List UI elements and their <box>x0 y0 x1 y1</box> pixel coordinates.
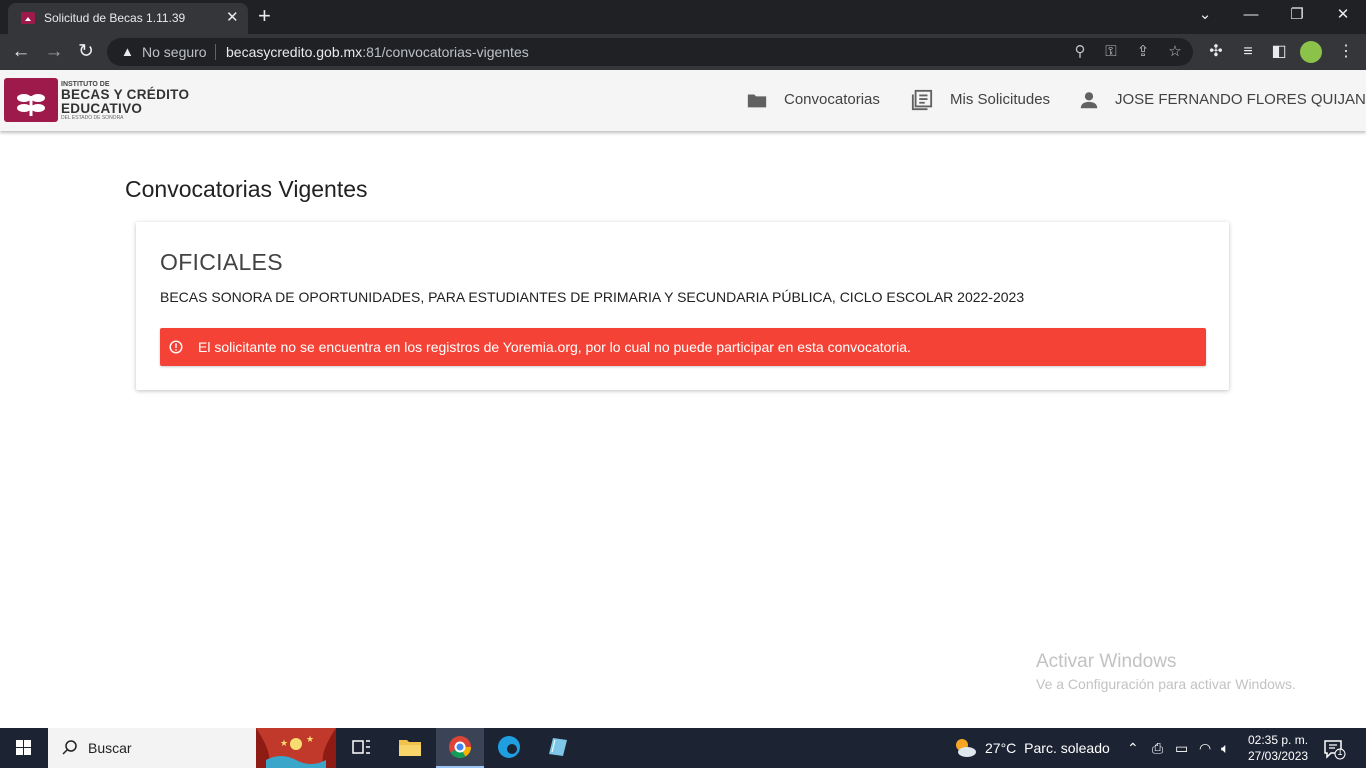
media-control-icon[interactable]: ≡ <box>1236 40 1260 64</box>
security-label[interactable]: No seguro <box>142 44 207 60</box>
key-icon[interactable]: ⚿ <box>1101 42 1121 62</box>
battery-icon[interactable]: ▭ <box>1175 738 1188 758</box>
reload-button[interactable]: ↻ <box>74 40 98 64</box>
omnibox-divider <box>215 44 216 60</box>
folder-icon <box>747 94 767 108</box>
more-menu-icon[interactable]: ⋮ <box>1334 40 1358 64</box>
search-icon <box>62 740 77 755</box>
side-panel-icon[interactable]: ◧ <box>1267 40 1291 64</box>
browser-tab-strip: Solicitud de Becas 1.11.39 ✕ + ⌄ — ❐ ✕ <box>0 0 1366 34</box>
browser-tab[interactable]: Solicitud de Becas 1.11.39 ✕ <box>8 3 248 34</box>
zoom-search-icon[interactable]: ⚲ <box>1070 42 1090 62</box>
show-hidden-icons-icon[interactable]: ⌃ <box>1127 738 1139 758</box>
chrome-taskbar-button[interactable] <box>436 728 484 768</box>
search-highlight-image[interactable]: ★ ★ <box>256 728 336 768</box>
clock-date: 27/03/2023 <box>1248 749 1309 763</box>
start-button[interactable] <box>0 728 48 768</box>
logo-line-2: BECAS Y CRÉDITO <box>61 87 190 102</box>
activation-watermark-title: Activar Windows <box>1036 651 1177 672</box>
convocatoria-card: OFICIALES BECAS SONORA DE OPORTUNIDADES,… <box>136 222 1229 390</box>
logo-line-3: EDUCATIVO <box>61 101 143 116</box>
file-explorer-button[interactable] <box>386 728 434 768</box>
site-favicon-icon <box>21 12 35 24</box>
activation-watermark-subtitle: Ve a Configuración para activar Windows. <box>1036 676 1296 692</box>
taskbar-search-box[interactable]: Buscar <box>48 728 256 768</box>
svg-text:★: ★ <box>280 738 288 748</box>
weather-temperature: 27°C <box>985 740 1017 756</box>
person-icon <box>1080 92 1098 109</box>
nav-mis-solicitudes[interactable]: Mis Solicitudes <box>911 89 1051 111</box>
weather-widget[interactable]: 27°C Parc. soleado <box>985 740 1110 756</box>
logo-plant-icon <box>8 82 54 118</box>
section-title: OFICIALES <box>160 249 283 275</box>
wifi-icon[interactable]: ◠ <box>1199 738 1211 758</box>
clock[interactable]: 02:35 p. m. 27/03/2023 <box>1248 732 1308 764</box>
url-text[interactable]: becasycredito.gob.mx:81/convocatorias-vi… <box>226 44 529 60</box>
share-icon[interactable]: ⇪ <box>1133 42 1153 62</box>
nav-convocatorias[interactable]: Convocatorias <box>746 90 880 110</box>
windows-logo-icon <box>16 740 31 755</box>
url-path: :81/convocatorias-vigentes <box>362 44 529 60</box>
notification-center-button[interactable]: 1 <box>1322 738 1346 760</box>
search-highlight-art-icon: ★ ★ <box>256 728 336 768</box>
task-view-button[interactable] <box>337 728 385 768</box>
tab-search-icon[interactable]: ⌄ <box>1190 6 1220 24</box>
tab-title: Solicitud de Becas 1.11.39 <box>44 11 186 25</box>
clock-time: 02:35 p. m. <box>1248 733 1309 747</box>
page-title: Convocatorias Vigentes <box>125 176 368 202</box>
warning-icon[interactable]: ▲ <box>121 44 134 59</box>
edge-taskbar-button[interactable] <box>485 728 533 768</box>
weather-condition: Parc. soleado <box>1024 740 1110 756</box>
alert-message: El solicitante no se encuentra en los re… <box>198 339 911 355</box>
folder-icon <box>399 740 421 756</box>
close-window-button[interactable]: ✕ <box>1328 6 1358 24</box>
notification-count: 1 <box>1337 747 1343 757</box>
new-tab-button[interactable]: + <box>258 4 271 28</box>
nav-user-name: JOSE FERNANDO FLORES QUIJANO <box>1115 91 1366 108</box>
convocatoria-description: BECAS SONORA DE OPORTUNIDADES, PARA ESTU… <box>160 289 1025 305</box>
bookmark-star-icon[interactable]: ☆ <box>1165 42 1185 62</box>
nav-convocatorias-label: Convocatorias <box>784 91 880 108</box>
minimize-button[interactable]: — <box>1236 6 1266 24</box>
nav-mis-solicitudes-label: Mis Solicitudes <box>950 91 1051 108</box>
restore-button[interactable]: ❐ <box>1282 6 1312 24</box>
url-host: becasycredito.gob.mx <box>226 44 363 60</box>
institution-logo[interactable]: INSTITUTO DE BECAS Y CRÉDITO EDUCATIVO D… <box>4 78 204 124</box>
extensions-icon[interactable]: ✣ <box>1204 40 1228 64</box>
profile-avatar[interactable] <box>1300 41 1322 63</box>
notepad-icon <box>549 738 567 756</box>
chrome-icon <box>449 736 471 758</box>
forward-button[interactable]: → <box>42 40 66 64</box>
task-view-icon <box>352 740 370 754</box>
info-circle-icon <box>169 340 183 354</box>
app-header: INSTITUTO DE BECAS Y CRÉDITO EDUCATIVO D… <box>0 70 1366 131</box>
weather-sun-cloud-icon[interactable] <box>952 736 978 760</box>
meet-now-icon[interactable]: ⎙ <box>1152 738 1163 758</box>
error-alert: El solicitante no se encuentra en los re… <box>160 328 1206 366</box>
logo-line-4: DEL ESTADO DE SONORA <box>61 115 124 121</box>
back-button[interactable]: ← <box>9 40 33 64</box>
taskbar: Buscar ★ ★ 27°C Parc. soleado ⌃ ⎙ ▭ ◠ 🔈︎… <box>0 728 1366 768</box>
volume-icon[interactable]: 🔈︎ <box>1221 738 1229 758</box>
address-bar[interactable]: ▲ No seguro becasycredito.gob.mx:81/conv… <box>107 38 1193 66</box>
edge-icon <box>498 736 520 758</box>
nav-user-profile[interactable]: JOSE FERNANDO FLORES QUIJANO <box>1078 90 1366 110</box>
taskbar-search-placeholder: Buscar <box>88 740 132 756</box>
list-icon <box>911 89 933 111</box>
tab-close-icon[interactable]: ✕ <box>226 9 239 27</box>
logo-mark <box>4 78 58 122</box>
svg-text:★: ★ <box>306 734 314 744</box>
notes-taskbar-button[interactable] <box>534 728 582 768</box>
